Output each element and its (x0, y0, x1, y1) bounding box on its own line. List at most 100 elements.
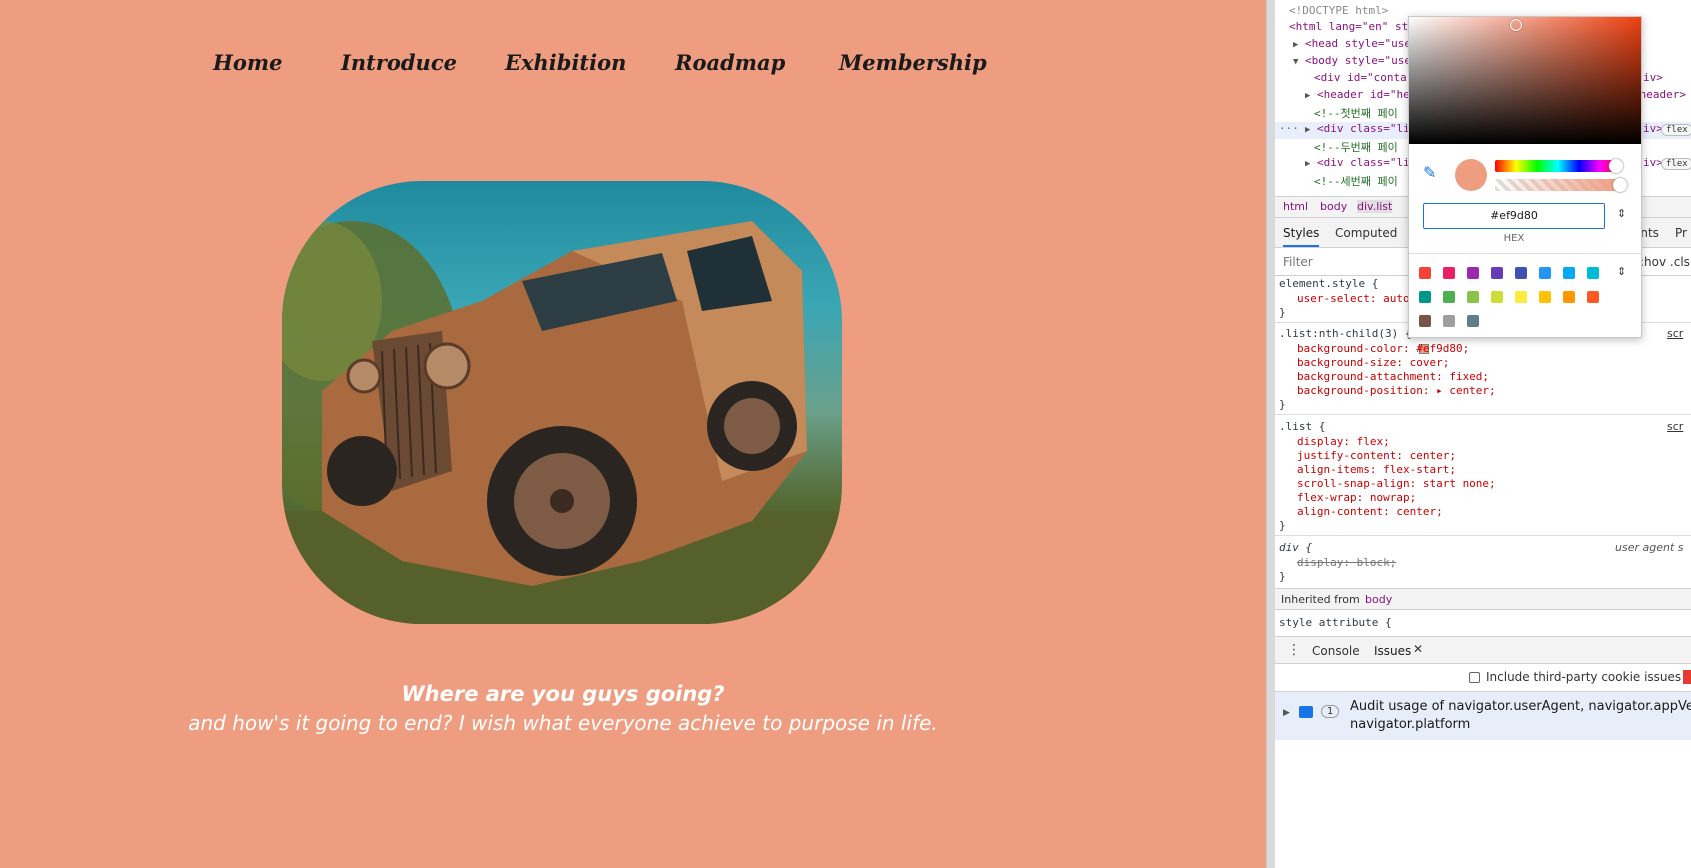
tab-styles[interactable]: Styles (1283, 226, 1320, 247)
nav-exhibition[interactable]: Exhibition (505, 50, 626, 75)
flex-badge[interactable]: flex (1661, 158, 1691, 170)
hex-input[interactable]: #ef9d80 (1423, 203, 1605, 229)
inherited-body-link[interactable]: body (1365, 593, 1392, 606)
palette-swatch[interactable] (1467, 267, 1479, 279)
format-toggle-icon[interactable]: ⇕ (1617, 207, 1626, 220)
alpha-handle[interactable] (1613, 178, 1627, 192)
rule-declaration[interactable]: background-size: cover; (1297, 356, 1449, 369)
palette-swatch[interactable] (1563, 267, 1575, 279)
devtools-resizer[interactable] (1266, 0, 1275, 868)
palette-swatch[interactable] (1419, 291, 1431, 303)
tab-issues[interactable]: Issues (1374, 644, 1412, 666)
hue-slider[interactable] (1495, 160, 1621, 172)
doctype-node[interactable]: <!DOCTYPE html> (1289, 4, 1388, 17)
close-icon[interactable]: ✕ (1413, 642, 1423, 656)
expand-arrow-icon[interactable]: ▶ (1283, 708, 1290, 718)
comment-node[interactable]: <!--첫번째 페이 (1314, 105, 1398, 121)
saturation-area[interactable] (1409, 17, 1641, 144)
palette-swatch[interactable] (1515, 291, 1527, 303)
list-node-2[interactable]: ▶ <div class="lis (1305, 156, 1416, 169)
error-count-icon (1683, 670, 1691, 684)
comment-node[interactable]: <!--두번째 페이 (1314, 139, 1398, 155)
palette-swatch[interactable] (1443, 315, 1455, 327)
source-link[interactable]: scr (1667, 327, 1683, 340)
rule-declaration-overridden: display: block; (1297, 556, 1397, 569)
head-node[interactable]: ▶ <head style="use (1293, 37, 1411, 50)
rule-declaration[interactable]: background-position: ▸ center; (1297, 384, 1496, 397)
format-label: HEX (1503, 233, 1525, 244)
closing-tag: iv> (1643, 156, 1663, 169)
more-dots-icon[interactable]: ··· (1279, 122, 1299, 135)
main-nav: Home Introduce Exhibition Roadmap Member… (0, 50, 1266, 90)
header-node[interactable]: ▶ <header id="hea (1305, 88, 1416, 101)
caption-subtitle: and how's it going to end? I wish what e… (188, 711, 938, 735)
palette-swatch[interactable] (1515, 267, 1527, 279)
list-node-1[interactable]: ▶ <div class="lis (1305, 122, 1416, 135)
rule-close: } (1279, 398, 1286, 411)
rule-declaration[interactable]: scroll-snap-align: start none; (1297, 477, 1496, 490)
style-attribute-rule[interactable]: style attribute { (1279, 616, 1392, 629)
third-party-label: Include third-party cookie issues (1486, 670, 1682, 684)
drawer-menu-icon[interactable]: ⋮ (1287, 642, 1301, 658)
rule-declaration[interactable]: justify-content: center; (1297, 449, 1456, 462)
rule-declaration[interactable]: display: flex; (1297, 435, 1390, 448)
tab-console[interactable]: Console (1312, 644, 1360, 658)
comment-node[interactable]: <!--세번째 페이 (1314, 173, 1398, 189)
rule-selector[interactable]: element.style { (1279, 277, 1378, 290)
source-link[interactable]: scr (1667, 420, 1683, 433)
collapse-arrow-icon[interactable]: ▼ (1293, 57, 1298, 67)
body-node[interactable]: ▼ <body style="use (1293, 54, 1411, 67)
crumb-body[interactable]: body (1320, 200, 1347, 213)
filter-input[interactable]: Filter (1283, 255, 1313, 269)
crumb-div-list[interactable]: div.list (1357, 200, 1393, 213)
saturation-handle[interactable] (1510, 19, 1522, 31)
rule-declaration[interactable]: flex-wrap: nowrap; (1297, 491, 1416, 504)
expand-arrow-icon[interactable]: ▶ (1305, 91, 1310, 101)
issue-title-line2: navigator.platform (1350, 717, 1471, 732)
palette-swatch[interactable] (1467, 291, 1479, 303)
rule-declaration[interactable]: background-attachment: fixed; (1297, 370, 1489, 383)
palette-swatch[interactable] (1443, 267, 1455, 279)
nav-home[interactable]: Home (213, 50, 282, 75)
palette-swatch[interactable] (1419, 267, 1431, 279)
crumb-html[interactable]: html (1283, 200, 1308, 213)
rule-declaration[interactable]: user-select: auto (1297, 292, 1410, 305)
palette-swatch[interactable] (1587, 291, 1599, 303)
palette-swatch[interactable] (1539, 291, 1551, 303)
palette-swatch[interactable] (1491, 291, 1503, 303)
alpha-slider[interactable] (1495, 179, 1621, 191)
eyedropper-icon[interactable]: ✎ (1423, 163, 1436, 182)
rusty-car-photo (282, 181, 842, 624)
container-node[interactable]: <div id="conta (1314, 71, 1407, 84)
palette-swatch[interactable] (1467, 315, 1479, 327)
rusty-car-illustration (282, 221, 842, 624)
rule-close: } (1279, 570, 1286, 583)
issue-row[interactable]: ▶ 1 Audit usage of navigator.userAgent, … (1275, 692, 1691, 740)
palette-swatch[interactable] (1419, 315, 1431, 327)
tab-properties[interactable]: Pr (1675, 226, 1687, 240)
caption-title: Where are you guys going? (401, 682, 725, 706)
palette-swatch[interactable] (1563, 291, 1575, 303)
expand-arrow-icon[interactable]: ▶ (1305, 125, 1310, 135)
expand-arrow-icon[interactable]: ▶ (1305, 159, 1310, 169)
palette-swatch[interactable] (1443, 291, 1455, 303)
nav-membership[interactable]: Membership (839, 50, 987, 75)
flex-badge[interactable]: flex (1661, 124, 1691, 136)
rule-selector[interactable]: .list { (1279, 420, 1325, 433)
nav-introduce[interactable]: Introduce (341, 50, 457, 75)
expand-arrow-icon[interactable]: ▶ (1293, 40, 1298, 50)
palette-toggle-icon[interactable]: ⇕ (1617, 265, 1626, 278)
tab-computed[interactable]: Computed (1335, 226, 1397, 240)
hov-cls-toggle[interactable]: :hov .cls (1640, 255, 1690, 269)
rule-declaration[interactable]: background-color: #ef9d80; (1297, 342, 1469, 355)
third-party-checkbox[interactable] (1469, 672, 1480, 683)
hue-handle[interactable] (1609, 159, 1623, 173)
nav-roadmap[interactable]: Roadmap (675, 50, 785, 75)
rule-selector[interactable]: .list:nth-child(3) { (1279, 327, 1411, 340)
palette-swatch[interactable] (1539, 267, 1551, 279)
html-node[interactable]: <html lang="en" st (1289, 20, 1408, 33)
rule-declaration[interactable]: align-items: flex-start; (1297, 463, 1456, 476)
rule-declaration[interactable]: align-content: center; (1297, 505, 1443, 518)
palette-swatch[interactable] (1587, 267, 1599, 279)
palette-swatch[interactable] (1491, 267, 1503, 279)
